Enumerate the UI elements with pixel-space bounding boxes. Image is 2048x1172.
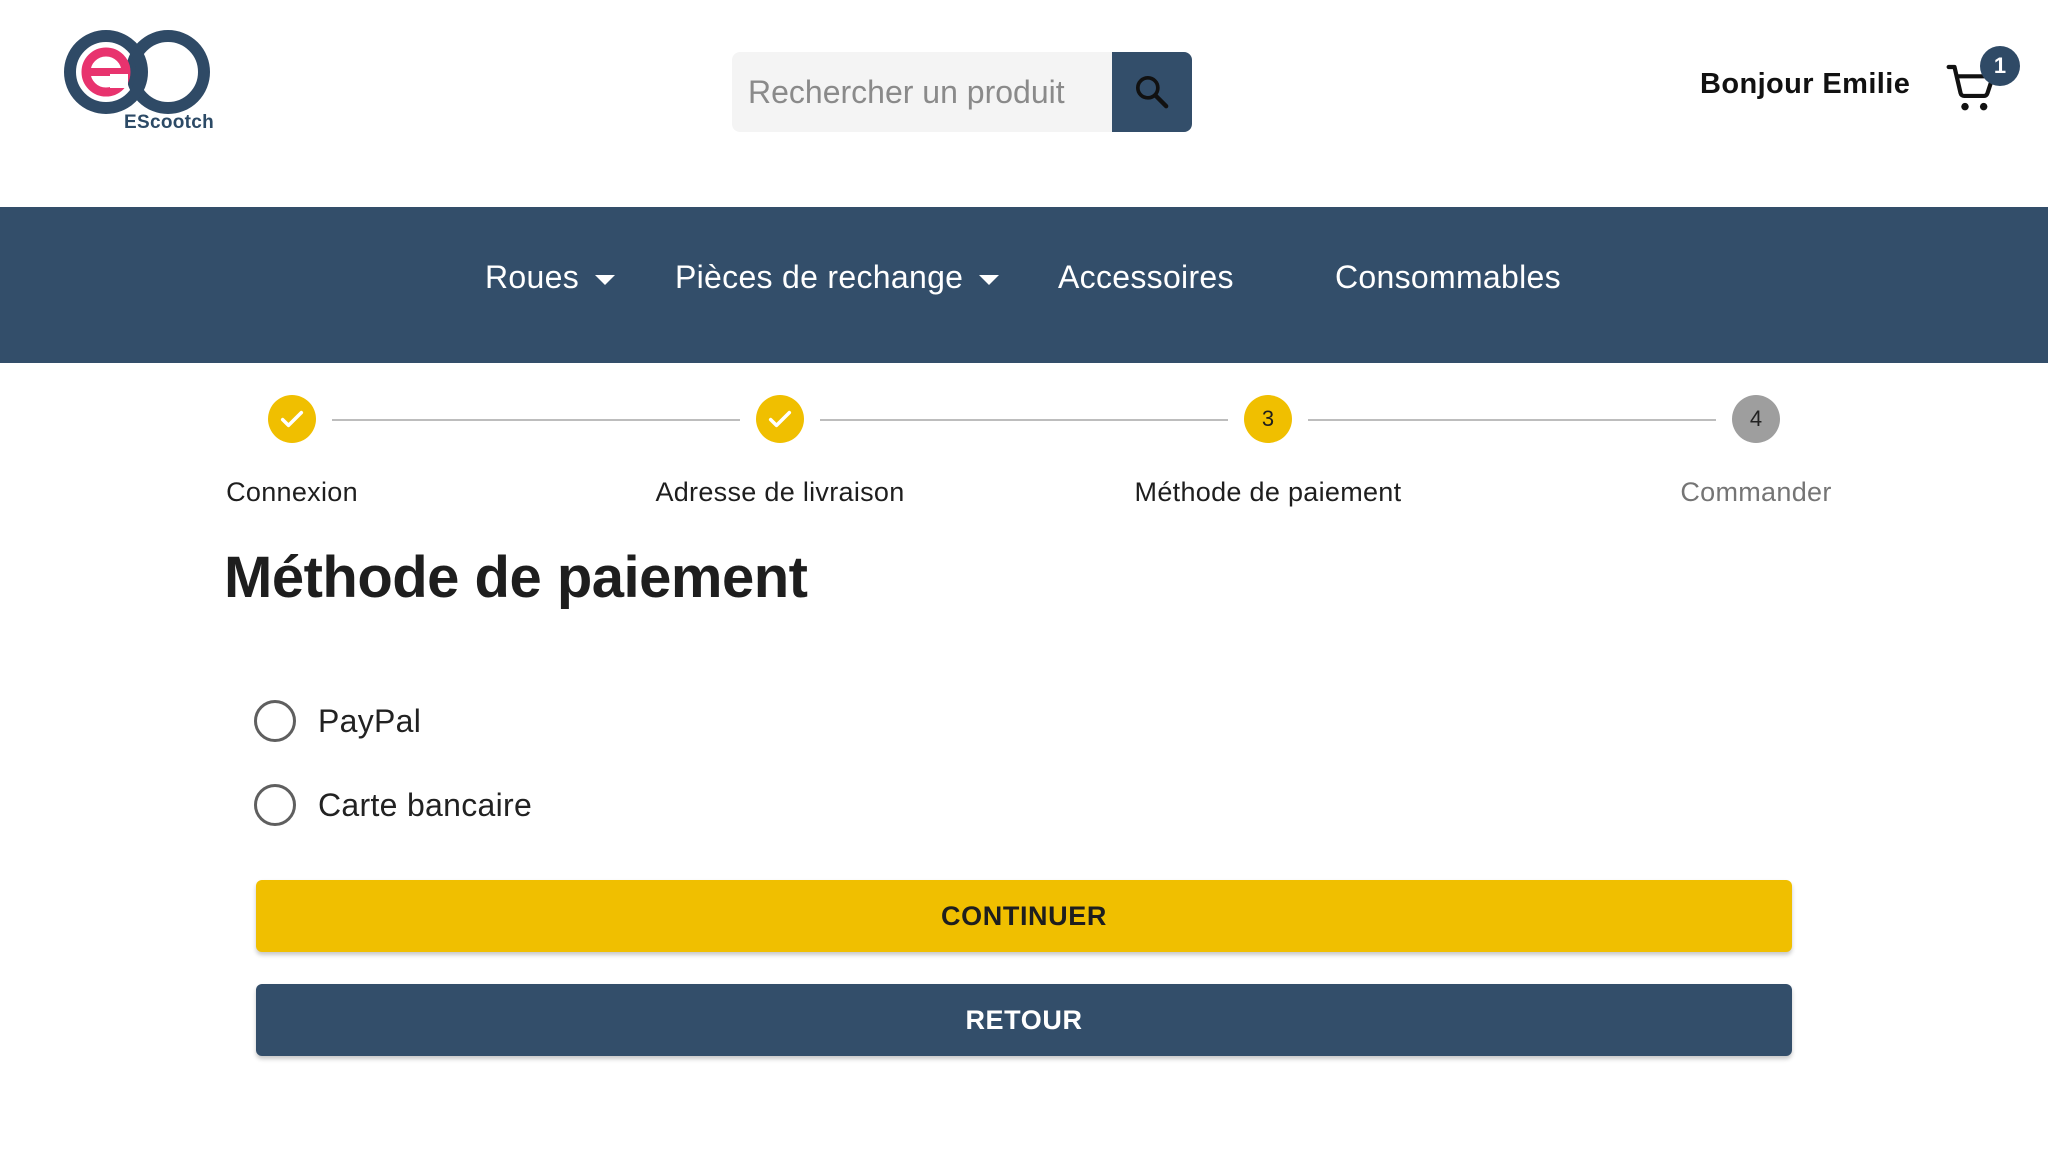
radio-button[interactable] xyxy=(254,700,296,742)
radio-button[interactable] xyxy=(254,784,296,826)
caret-down-icon xyxy=(595,274,615,285)
step-3-circle: 3 xyxy=(1244,395,1292,443)
check-icon xyxy=(768,410,792,428)
search-bar xyxy=(732,52,1192,132)
step-number: 3 xyxy=(1261,406,1275,431)
step-3-label: Méthode de paiement xyxy=(1134,477,1402,507)
radio-label: Carte bancaire xyxy=(318,786,533,823)
step-connector xyxy=(332,419,740,421)
nav-item-roues[interactable]: Roues xyxy=(485,259,615,296)
page-title: Méthode de paiement xyxy=(224,545,808,610)
site-header: EScootch Bonjour Emilie 1 xyxy=(0,0,2048,207)
step-4-label: Commander xyxy=(1680,477,1832,507)
check-icon xyxy=(280,410,304,428)
nav-item-label: Pièces de rechange xyxy=(675,259,964,295)
radio-label: PayPal xyxy=(318,702,422,739)
payment-option-paypal[interactable]: PayPal xyxy=(254,700,421,742)
nav-item-accessoires[interactable]: Accessoires xyxy=(1058,259,1234,296)
step-1-label: Connexion xyxy=(226,477,358,507)
cart-count-badge: 1 xyxy=(1980,46,2020,86)
nav-item-consommables[interactable]: Consommables xyxy=(1335,259,1561,296)
nav-item-label: Consommables xyxy=(1335,259,1561,295)
nav-item-label: Accessoires xyxy=(1058,259,1234,295)
search-icon xyxy=(1136,76,1169,109)
caret-down-icon xyxy=(979,274,1000,285)
search-button[interactable] xyxy=(1112,52,1192,132)
nav-item-label: Roues xyxy=(485,259,579,295)
step-number: 4 xyxy=(1749,406,1763,431)
search-input[interactable] xyxy=(732,52,1112,132)
step-2-circle xyxy=(756,395,804,443)
continue-button[interactable]: CONTINUER xyxy=(256,880,1792,952)
brand-name: EScootch xyxy=(124,112,215,133)
step-connector xyxy=(820,419,1228,421)
step-connector xyxy=(1308,419,1716,421)
nav-item-pieces-de-rechange[interactable]: Pièces de rechange xyxy=(675,259,1000,296)
main-nav: Roues Pièces de rechange Accessoires Con… xyxy=(0,207,2048,363)
back-button[interactable]: RETOUR xyxy=(256,984,1792,1056)
step-4-circle: 4 xyxy=(1732,395,1780,443)
step-2-label: Adresse de livraison xyxy=(655,477,905,507)
payment-option-carte-bancaire[interactable]: Carte bancaire xyxy=(254,784,532,826)
user-greeting[interactable]: Bonjour Emilie xyxy=(1700,68,1910,101)
checkout-stepper: 3 4 Connexion Adresse de livraison Métho… xyxy=(0,363,2048,523)
step-1-circle xyxy=(268,395,316,443)
